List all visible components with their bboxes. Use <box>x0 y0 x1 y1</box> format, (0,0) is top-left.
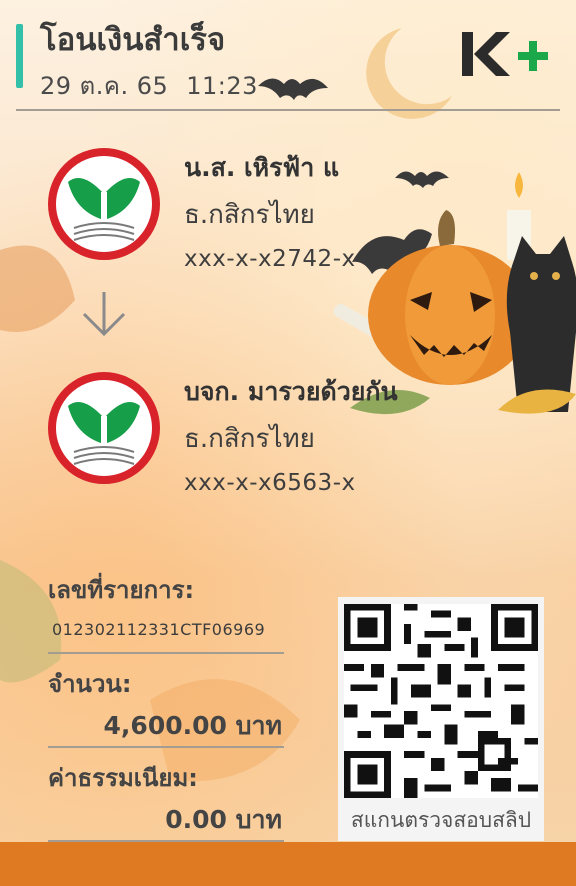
header-accent-bar <box>16 24 23 88</box>
transaction-date: 29 ต.ค. 65 <box>40 72 169 100</box>
kplus-logo-icon <box>462 32 548 76</box>
detail-divider <box>48 652 284 654</box>
amount-value: 4,600.00 บาท <box>103 711 282 740</box>
kbank-logo-icon <box>48 148 160 260</box>
footer-bar <box>0 842 576 886</box>
receiver-account: xxx-x-x6563-x <box>184 470 356 496</box>
qr-scan-label: สแกนตรวจสอบสลิป <box>350 808 532 832</box>
sender-bank: ธ.กสิกรไทย <box>184 200 315 230</box>
fee-value: 0.00 บาท <box>165 805 282 834</box>
sender-name: น.ส. เหิรฟ้า แ <box>184 153 340 182</box>
arrow-down-icon <box>82 292 126 337</box>
qr-code-icon[interactable] <box>344 604 538 798</box>
sender-account: xxx-x-x2742-x <box>184 246 356 272</box>
receiver-name: บจก. มารวยด้วยกัน <box>184 377 398 406</box>
transaction-datetime: 29 ต.ค. 65 11:23 <box>40 66 276 105</box>
ref-value: 012302112331CTF06969 <box>52 620 266 639</box>
page-title: โอนเงินสำเร็จ <box>40 22 226 58</box>
ref-label: เลขที่รายการ: <box>48 576 195 604</box>
fee-label: ค่าธรรมเนียม: <box>48 764 198 792</box>
transfer-slip: โอนเงินสำเร็จ 29 ต.ค. 65 11:23 น.ส. เหิรฟ… <box>0 0 576 886</box>
kbank-logo-icon <box>48 372 160 484</box>
receiver-bank: ธ.กสิกรไทย <box>184 424 315 454</box>
amount-label: จำนวน: <box>48 670 132 698</box>
header-divider <box>16 109 560 111</box>
detail-divider <box>48 746 284 748</box>
transaction-time: 11:23 <box>186 72 258 100</box>
